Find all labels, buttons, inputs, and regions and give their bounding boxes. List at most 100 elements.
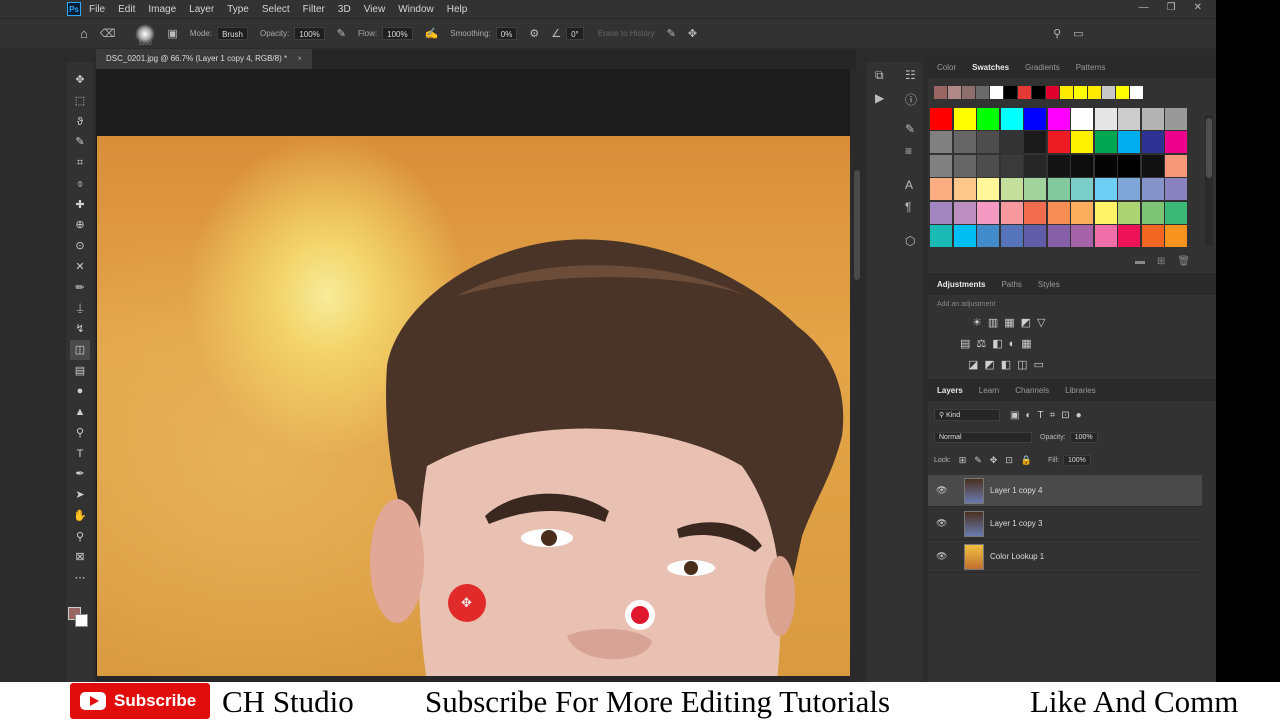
gradient-tool[interactable]: ▤: [70, 361, 90, 381]
background-color[interactable]: [75, 614, 88, 627]
swatch[interactable]: [930, 178, 952, 201]
eraser-preset-icon[interactable]: ⌫: [100, 27, 116, 40]
adjustment-row-1[interactable]: ☀▥▦◩▽: [972, 313, 1052, 334]
filter-icons[interactable]: ▣◐T⌗⊡●: [1010, 410, 1088, 421]
color-tab-color[interactable]: Color: [937, 63, 956, 72]
recent-swatch[interactable]: [934, 86, 947, 99]
restore-button[interactable]: ❐: [1167, 2, 1176, 13]
layer-row[interactable]: 👁 Color Lookup 1: [928, 541, 1202, 573]
path-select-tool[interactable]: ➤: [70, 485, 90, 505]
swatch[interactable]: [953, 224, 976, 247]
tab-close-icon[interactable]: ×: [297, 54, 302, 63]
swatch[interactable]: [930, 201, 952, 224]
swatch[interactable]: [1165, 154, 1187, 177]
color-tab-swatches[interactable]: Swatches: [972, 63, 1009, 72]
swatch[interactable]: [953, 131, 976, 154]
properties-icon[interactable]: ☷: [905, 68, 916, 82]
swatch[interactable]: [977, 154, 999, 177]
adjustment-row-3[interactable]: ◪◩◧◫▭: [968, 355, 1052, 376]
swatch[interactable]: [930, 108, 952, 130]
airbrush-icon[interactable]: ✍: [425, 27, 439, 40]
swatch[interactable]: [1141, 131, 1164, 154]
visibility-eye-icon[interactable]: 👁: [936, 551, 950, 562]
swatch[interactable]: [1141, 178, 1164, 201]
move-tool[interactable]: ✥: [70, 70, 90, 90]
frame-tool[interactable]: ⊠: [70, 547, 90, 567]
workspace-icon[interactable]: ▭: [1073, 27, 1083, 40]
layers-tab-layers[interactable]: Layers: [937, 386, 963, 395]
swatch[interactable]: [1024, 178, 1046, 201]
healing-tool[interactable]: ✚: [70, 195, 90, 215]
swatch[interactable]: [1165, 131, 1187, 154]
pressure-size-icon[interactable]: ✎: [667, 27, 676, 40]
swatch[interactable]: [1118, 201, 1140, 224]
opacity-field[interactable]: 100%: [294, 27, 325, 40]
new-swatch-icon[interactable]: ⊞: [1157, 256, 1165, 267]
kind-filter-select[interactable]: ⚲ Kind: [934, 409, 1000, 421]
swatch[interactable]: [977, 131, 999, 154]
swatch[interactable]: [1141, 108, 1164, 130]
swatch[interactable]: [1000, 224, 1023, 247]
angle-icon[interactable]: ∠: [551, 27, 561, 40]
swatch[interactable]: [1024, 154, 1046, 177]
layer-opacity-field[interactable]: 100%: [1069, 432, 1098, 443]
history-brush-tool[interactable]: ✕: [70, 257, 90, 277]
swatch[interactable]: [1047, 201, 1070, 224]
swatch[interactable]: [1047, 131, 1070, 154]
swatch[interactable]: [1141, 201, 1164, 224]
sharpen-tool[interactable]: ▲: [70, 402, 90, 422]
home-icon[interactable]: ⌂: [80, 26, 88, 41]
swatch[interactable]: [1024, 201, 1046, 224]
recent-swatch[interactable]: [1046, 86, 1059, 99]
pressure-opacity-icon[interactable]: ✎: [337, 27, 346, 40]
swatch[interactable]: [1047, 154, 1070, 177]
adjust-tab-paths[interactable]: Paths: [1001, 280, 1021, 289]
swatch[interactable]: [1000, 178, 1023, 201]
menu-view[interactable]: View: [364, 4, 386, 15]
swatch[interactable]: [1024, 131, 1046, 154]
recent-swatch[interactable]: [1074, 86, 1087, 99]
lasso-tool[interactable]: ϑ: [70, 112, 90, 132]
crop-tool[interactable]: ⌗: [70, 153, 90, 173]
swatch[interactable]: [1071, 201, 1093, 224]
angle-field[interactable]: 0°: [566, 27, 584, 40]
swatch[interactable]: [953, 154, 976, 177]
menu-edit[interactable]: Edit: [118, 4, 135, 15]
close-button[interactable]: ✕: [1194, 2, 1202, 13]
swatch[interactable]: [1094, 178, 1117, 201]
blend-mode-select[interactable]: Normal: [934, 432, 1032, 443]
visibility-eye-icon[interactable]: 👁: [936, 485, 950, 496]
recent-swatch[interactable]: [1004, 86, 1017, 99]
swatch[interactable]: [1118, 154, 1140, 177]
layer-row[interactable]: 👁 Layer 1 copy 3: [928, 508, 1202, 540]
recent-swatch[interactable]: [990, 86, 1003, 99]
recent-swatch[interactable]: [976, 86, 989, 99]
layers-tab-channels[interactable]: Channels: [1015, 386, 1049, 395]
adjust-tab-styles[interactable]: Styles: [1038, 280, 1060, 289]
swatch[interactable]: [1094, 154, 1117, 177]
history-icon[interactable]: ⧉: [875, 68, 884, 83]
subscribe-button[interactable]: Subscribe: [70, 683, 210, 719]
gear-icon[interactable]: ⚙: [529, 27, 539, 40]
swatch[interactable]: [1071, 178, 1093, 201]
swatch[interactable]: [977, 108, 999, 130]
swatch[interactable]: [977, 224, 999, 247]
swatch[interactable]: [953, 178, 976, 201]
stamp-tool[interactable]: ⍊: [70, 298, 90, 318]
play-icon[interactable]: ▶: [875, 91, 884, 105]
swatch[interactable]: [1118, 178, 1140, 201]
paragraph-icon[interactable]: ¶: [905, 200, 911, 214]
search-icon[interactable]: ⚲: [1053, 27, 1061, 40]
3d-icon[interactable]: ⬡: [905, 234, 915, 248]
swatch[interactable]: [1094, 201, 1117, 224]
recent-swatch[interactable]: [1060, 86, 1073, 99]
brush-settings-icon[interactable]: ▣: [167, 27, 177, 40]
pen-tool[interactable]: ✒: [70, 464, 90, 484]
smoothing-field[interactable]: 0%: [495, 27, 518, 40]
canvas-scroll-thumb[interactable]: [854, 170, 860, 280]
swatch[interactable]: [1000, 131, 1023, 154]
menu-image[interactable]: Image: [148, 4, 176, 15]
swatch[interactable]: [930, 154, 952, 177]
recent-swatch[interactable]: [1102, 86, 1115, 99]
swatch[interactable]: [1094, 131, 1117, 154]
